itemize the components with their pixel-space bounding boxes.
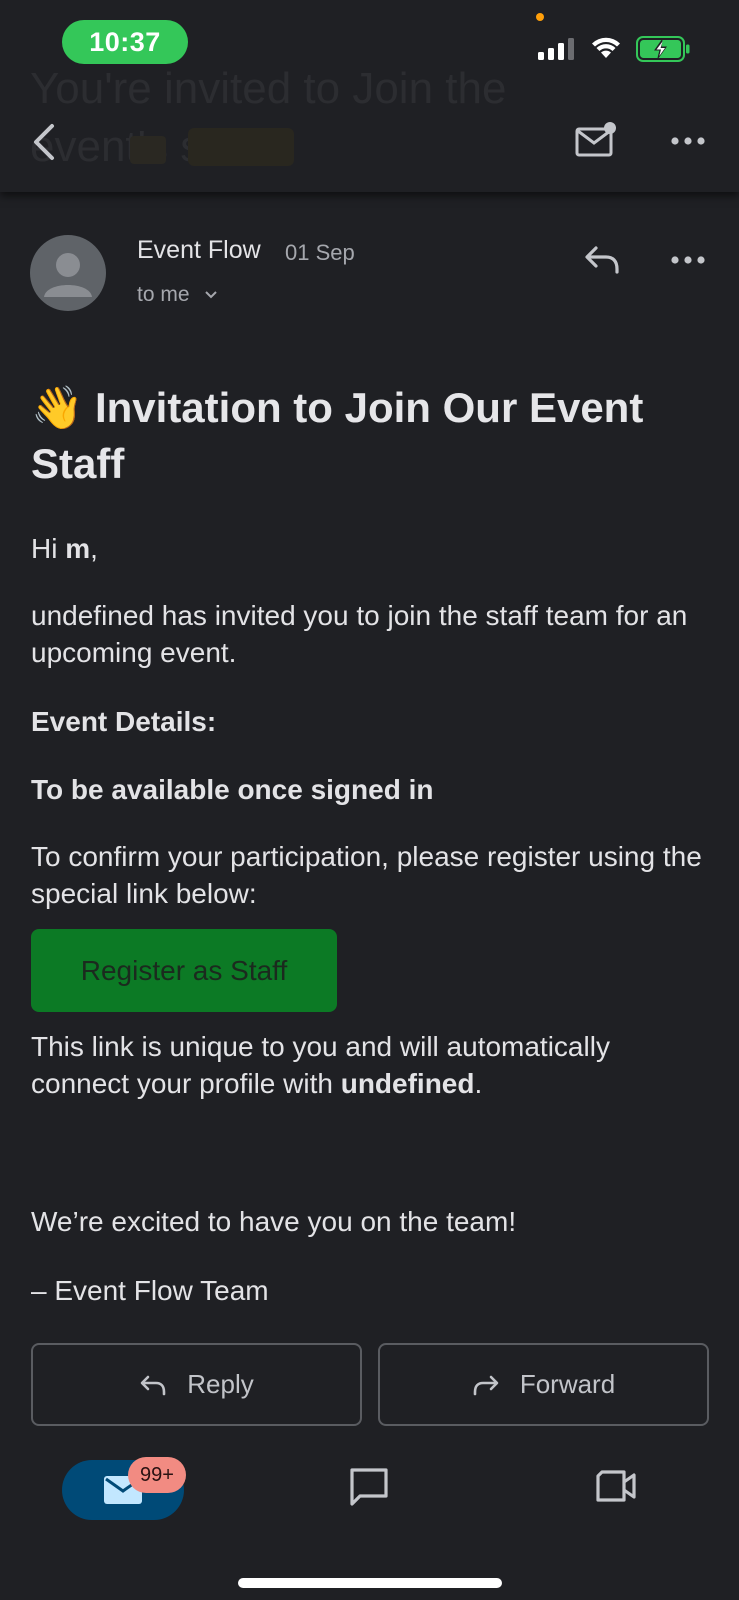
back-button[interactable]	[26, 118, 66, 166]
reply-button[interactable]: Reply	[31, 1343, 362, 1426]
recipient-details-toggle[interactable]: to me	[137, 283, 218, 307]
unique-link-suffix: .	[474, 1068, 483, 1099]
intro-paragraph: undefined has invited you to join the st…	[31, 600, 688, 668]
sender-avatar[interactable]	[30, 235, 106, 311]
sender-name[interactable]: Event Flow	[137, 236, 261, 265]
unread-count-badge: 99+	[128, 1457, 186, 1493]
more-options-icon[interactable]	[668, 126, 708, 156]
greeting: Hi m,	[31, 530, 711, 567]
label-chip	[130, 136, 166, 164]
event-details-value: To be available once signed in	[31, 774, 434, 805]
message-date: 01 Sep	[285, 240, 355, 265]
confirm-paragraph: To confirm your participation, please re…	[31, 841, 702, 909]
status-time: 10:37	[62, 20, 188, 64]
chat-tab-icon[interactable]	[348, 1466, 390, 1508]
forward-button[interactable]: Forward	[378, 1343, 709, 1426]
battery-charging-icon	[636, 36, 690, 62]
person-icon	[44, 253, 92, 297]
recipient-label: to me	[137, 283, 190, 306]
forward-label: Forward	[519, 1369, 616, 1399]
reply-label: Reply	[187, 1369, 254, 1399]
greeting-suffix: ,	[90, 533, 98, 564]
unique-link-bold: undefined	[340, 1068, 475, 1099]
message-more-icon[interactable]	[668, 250, 708, 270]
mark-unread-button[interactable]	[574, 120, 618, 160]
privacy-indicator-dot	[536, 13, 544, 21]
status-bar: 10:37	[0, 0, 739, 90]
unique-link-paragraph: This link is unique to you and will auto…	[31, 1028, 711, 1102]
meet-video-tab-icon[interactable]	[594, 1468, 638, 1504]
chevron-down-icon	[204, 291, 217, 299]
cellular-signal-icon	[538, 36, 574, 60]
email-heading-text: Invitation to Join Our Event Staff	[31, 384, 644, 487]
home-indicator	[238, 1578, 502, 1588]
signature: – Event Flow Team	[31, 1275, 269, 1306]
greeting-name: m	[65, 533, 91, 564]
reply-icon[interactable]	[582, 242, 622, 276]
bottom-navigation: 99+	[0, 1440, 739, 1600]
external-chip	[188, 128, 294, 166]
register-as-staff-button[interactable]: Register as Staff	[31, 929, 337, 1012]
reply-arrow-icon	[140, 1375, 166, 1395]
greeting-prefix: Hi	[31, 533, 66, 564]
closing-line: We’re excited to have you on the team!	[31, 1206, 517, 1237]
unique-link-text: This link is unique to you and will auto…	[31, 1031, 610, 1099]
event-details-label: Event Details:	[31, 706, 217, 737]
forward-arrow-icon	[473, 1375, 499, 1395]
wifi-icon	[592, 37, 620, 58]
email-heading: 👋 Invitation to Join Our Event Staff	[31, 380, 711, 492]
waving-hand-emoji: 👋	[31, 384, 84, 431]
